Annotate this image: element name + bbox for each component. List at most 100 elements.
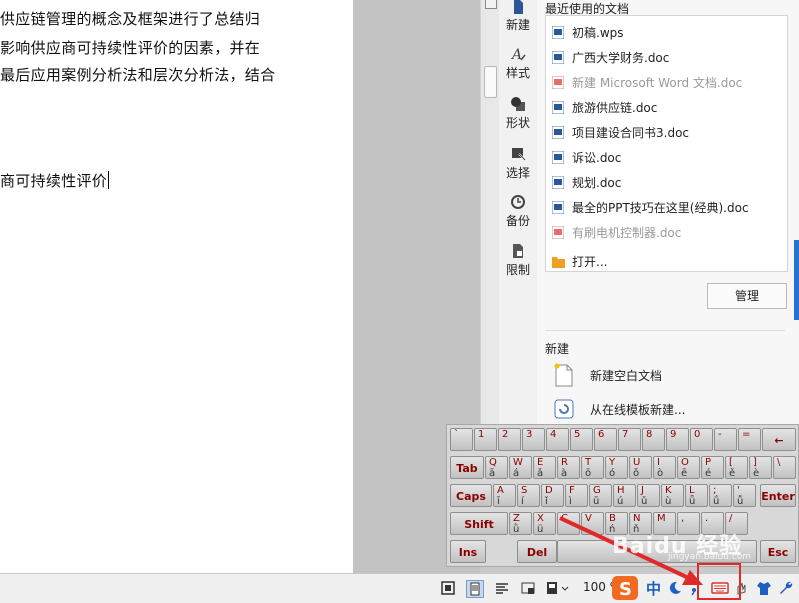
- side-tab-restrict[interactable]: 限制: [499, 243, 537, 278]
- doc-line-4[interactable]: 商可持续性评价: [0, 170, 110, 191]
- tab-key[interactable]: Tab: [450, 456, 484, 479]
- key-J[interactable]: Jǔ: [637, 484, 660, 507]
- key-5[interactable]: 5: [570, 428, 593, 451]
- key-1[interactable]: 1: [474, 428, 497, 451]
- key-F[interactable]: Fì: [565, 484, 588, 507]
- side-tab-new[interactable]: 新建: [499, 0, 537, 33]
- scroll-thumb[interactable]: [484, 66, 497, 98]
- backspace-key[interactable]: ←: [762, 428, 796, 451]
- document-page[interactable]: 供应链管理的概念及框架进行了总结归 影响供应商可持续性评价的因素，并在 最后应用…: [0, 0, 353, 573]
- key-V[interactable]: V: [581, 512, 604, 535]
- side-tab-select[interactable]: 选择: [499, 146, 537, 181]
- key-`[interactable]: `: [450, 428, 473, 451]
- recent-file-item[interactable]: 有刷电机控制器.doc: [551, 221, 681, 243]
- reading-view-icon[interactable]: [544, 580, 560, 596]
- key-;[interactable]: ; ǘ: [709, 484, 732, 507]
- ins-key[interactable]: Ins: [450, 540, 486, 563]
- key-K[interactable]: Kù: [661, 484, 684, 507]
- recent-docs-list: 初稿.wps 广西大学财务.doc 新建 Microsoft Word 文档.d…: [545, 15, 788, 272]
- recent-file-item[interactable]: 新建 Microsoft Word 文档.doc: [551, 71, 742, 93]
- doc-line-1[interactable]: 供应链管理的概念及框架进行了总结归: [0, 8, 260, 29]
- shift-key-label: Shift: [464, 518, 494, 531]
- side-tab-style[interactable]: A 样式: [499, 46, 537, 81]
- key-Q[interactable]: Qā: [485, 456, 508, 479]
- enter-key[interactable]: Enter: [760, 484, 796, 507]
- key-\[interactable]: \: [773, 456, 796, 479]
- key-][interactable]: ] è: [749, 456, 772, 479]
- esc-key[interactable]: Esc: [760, 540, 796, 563]
- key-2[interactable]: 2: [498, 428, 521, 451]
- key-U[interactable]: Uǒ: [629, 456, 652, 479]
- new-online-label: 从在线模板新建...: [590, 402, 686, 417]
- del-key[interactable]: Del: [517, 540, 557, 563]
- fullscreen-icon[interactable]: [440, 580, 456, 596]
- status-bar: 100 % S 中: [0, 573, 799, 603]
- recent-file-name: 最全的PPT技巧在这里(经典).doc: [572, 200, 749, 215]
- web-view-icon[interactable]: [520, 580, 536, 596]
- recent-file-item[interactable]: 最全的PPT技巧在这里(经典).doc: [551, 196, 749, 218]
- key-S[interactable]: Sí: [517, 484, 540, 507]
- chevron-down-icon[interactable]: [561, 580, 569, 596]
- doc-line-2[interactable]: 影响供应商可持续性评价的因素，并在: [0, 37, 260, 58]
- key-char: 7: [622, 429, 629, 440]
- key-7[interactable]: 7: [618, 428, 641, 451]
- key--[interactable]: -: [714, 428, 737, 451]
- ime-mode-label[interactable]: 中: [646, 578, 661, 599]
- side-tab-shape[interactable]: 形状: [499, 96, 537, 131]
- key-char: A: [497, 485, 504, 496]
- wrench-icon[interactable]: [778, 580, 794, 596]
- key-I[interactable]: Iò: [653, 456, 676, 479]
- new-online-template-link[interactable]: 从在线模板新建...: [553, 398, 685, 420]
- key-9[interactable]: 9: [666, 428, 689, 451]
- recent-file-item[interactable]: 诉讼.doc: [551, 146, 621, 168]
- shirt-icon[interactable]: [756, 580, 772, 596]
- key-'[interactable]: ' ǚ: [733, 484, 756, 507]
- key-X[interactable]: Xü: [533, 512, 556, 535]
- manage-button[interactable]: 管理: [707, 283, 787, 309]
- recent-file-item[interactable]: 旅游供应链.doc: [551, 96, 658, 118]
- key-R[interactable]: Rà: [557, 456, 580, 479]
- sogou-ime-icon[interactable]: S: [612, 576, 638, 600]
- key-E[interactable]: Eǎ: [533, 456, 556, 479]
- key-0[interactable]: 0: [690, 428, 713, 451]
- key-4[interactable]: 4: [546, 428, 569, 451]
- key-Y[interactable]: Yó: [605, 456, 628, 479]
- recent-file-item[interactable]: 规划.doc: [551, 171, 621, 193]
- key-H[interactable]: Hú: [613, 484, 636, 507]
- key-D[interactable]: Dǐ: [541, 484, 564, 507]
- recent-file-item[interactable]: 广西大学财务.doc: [551, 46, 669, 68]
- recent-file-item[interactable]: 初稿.wps: [551, 21, 624, 43]
- side-tab-backup[interactable]: 备份: [499, 194, 537, 229]
- key-T[interactable]: Tō: [581, 456, 604, 479]
- new-blank-doc-link[interactable]: 新建空白文档: [553, 363, 662, 387]
- doc-line-3[interactable]: 最后应用案例分析法和层次分析法，结合: [0, 64, 275, 85]
- recent-file-item[interactable]: 项目建设合同书3.doc: [551, 121, 689, 143]
- key-char: U: [633, 457, 641, 468]
- right-edge-tab[interactable]: [794, 240, 799, 320]
- key-3[interactable]: 3: [522, 428, 545, 451]
- shift-key[interactable]: Shift: [450, 512, 508, 535]
- key-8[interactable]: 8: [642, 428, 665, 451]
- key-Z[interactable]: Zǜ: [509, 512, 532, 535]
- outline-view-icon[interactable]: [494, 580, 510, 596]
- page-view-icon[interactable]: [466, 580, 484, 598]
- key-[[interactable]: [ě: [725, 456, 748, 479]
- vertical-scrollbar[interactable]: [480, 0, 500, 424]
- key-C[interactable]: C: [557, 512, 580, 535]
- key-G[interactable]: Gū: [589, 484, 612, 507]
- restrict-icon: [513, 244, 523, 258]
- key-=[interactable]: =: [738, 428, 761, 451]
- key-6[interactable]: 6: [594, 428, 617, 451]
- key-char: =: [742, 429, 751, 440]
- key-P[interactable]: Pé: [701, 456, 724, 479]
- caps-key[interactable]: Caps: [450, 484, 492, 507]
- open-file-link[interactable]: 打开...: [552, 250, 607, 272]
- key-L[interactable]: Lǖ: [685, 484, 708, 507]
- recent-file-name: 旅游供应链.doc: [572, 100, 658, 115]
- scroll-top-icon[interactable]: [485, 0, 497, 9]
- key-A[interactable]: Aī: [493, 484, 516, 507]
- key-pinyin: ù: [665, 496, 672, 507]
- key-O[interactable]: Oē: [677, 456, 700, 479]
- key-W[interactable]: Wá: [509, 456, 532, 479]
- half-width-moon-icon[interactable]: [667, 580, 683, 596]
